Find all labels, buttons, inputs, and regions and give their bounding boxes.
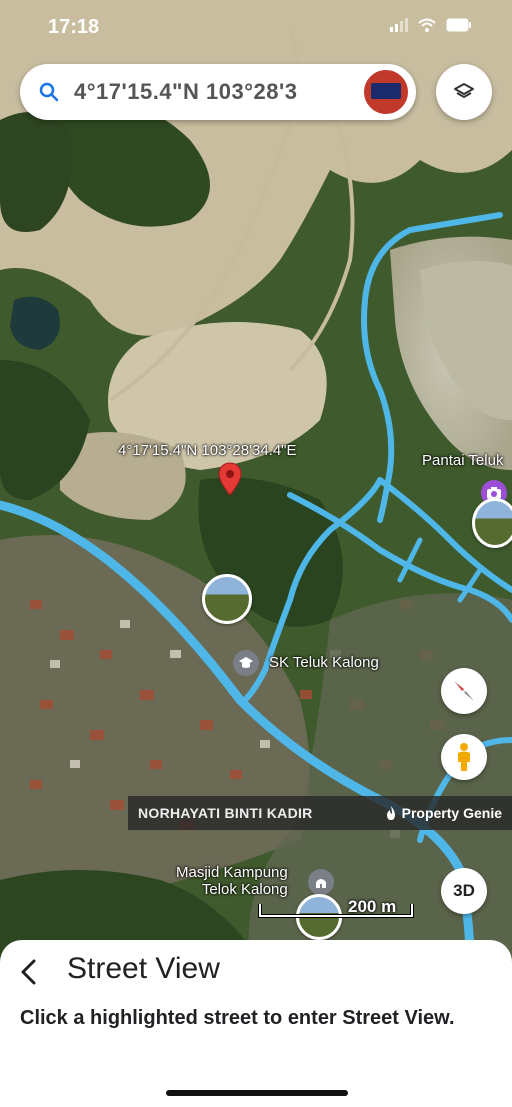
scale-label: 200 m <box>348 897 397 916</box>
property-banner[interactable]: NORHAYATI BINTI KADIR Property Genie <box>128 796 512 830</box>
pegman-button[interactable] <box>441 734 487 780</box>
search-icon <box>39 82 59 102</box>
sheet-instruction: Click a highlighted street to enter Stre… <box>20 1007 455 1029</box>
compass-button[interactable] <box>441 668 487 714</box>
poi-label-pantai-teluk[interactable]: Pantai Teluk <box>422 452 503 469</box>
poi-label-masjid[interactable]: Masjid Kampung Telok Kalong <box>176 864 288 898</box>
search-input[interactable]: 4°17'15.4"N 103°28'3 <box>74 79 362 105</box>
back-arrow-icon[interactable] <box>18 958 40 986</box>
3d-button[interactable]: 3D <box>441 868 487 914</box>
search-bar[interactable]: 4°17'15.4"N 103°28'3 <box>20 64 416 120</box>
battery-icon <box>446 18 471 32</box>
banner-brand[interactable]: Property Genie <box>384 805 502 821</box>
status-time: 17:18 <box>48 16 100 38</box>
flame-icon <box>386 806 395 820</box>
poi-label-masjid-line1: Masjid Kampung <box>176 864 288 881</box>
layers-button[interactable] <box>436 64 492 120</box>
dropped-pin-coordinates: 4°17'15.4"N 103°28'34.4"E <box>118 442 297 459</box>
layers-icon <box>454 83 474 98</box>
poi-label-sk-teluk-kalong[interactable]: SK Teluk Kalong <box>269 654 379 671</box>
banner-owner-name: NORHAYATI BINTI KADIR <box>138 805 313 821</box>
wifi-icon <box>418 18 436 32</box>
banner-brand-label: Property Genie <box>401 805 502 821</box>
school-icon[interactable] <box>233 650 259 676</box>
street-view-thumbnail[interactable] <box>202 574 252 624</box>
avatar[interactable] <box>362 68 410 116</box>
status-icons <box>390 18 472 32</box>
home-indicator[interactable] <box>166 1090 348 1096</box>
signal-icon <box>390 18 408 32</box>
mosque-icon[interactable] <box>308 869 334 895</box>
3d-button-label: 3D <box>453 881 475 900</box>
compass-icon <box>454 681 474 701</box>
sheet-title: Street View <box>67 952 220 985</box>
street-view-thumbnail[interactable] <box>472 498 512 548</box>
pegman-icon <box>458 743 470 771</box>
map-pin-icon[interactable] <box>218 462 242 496</box>
poi-label-masjid-line2: Telok Kalong <box>201 881 288 898</box>
